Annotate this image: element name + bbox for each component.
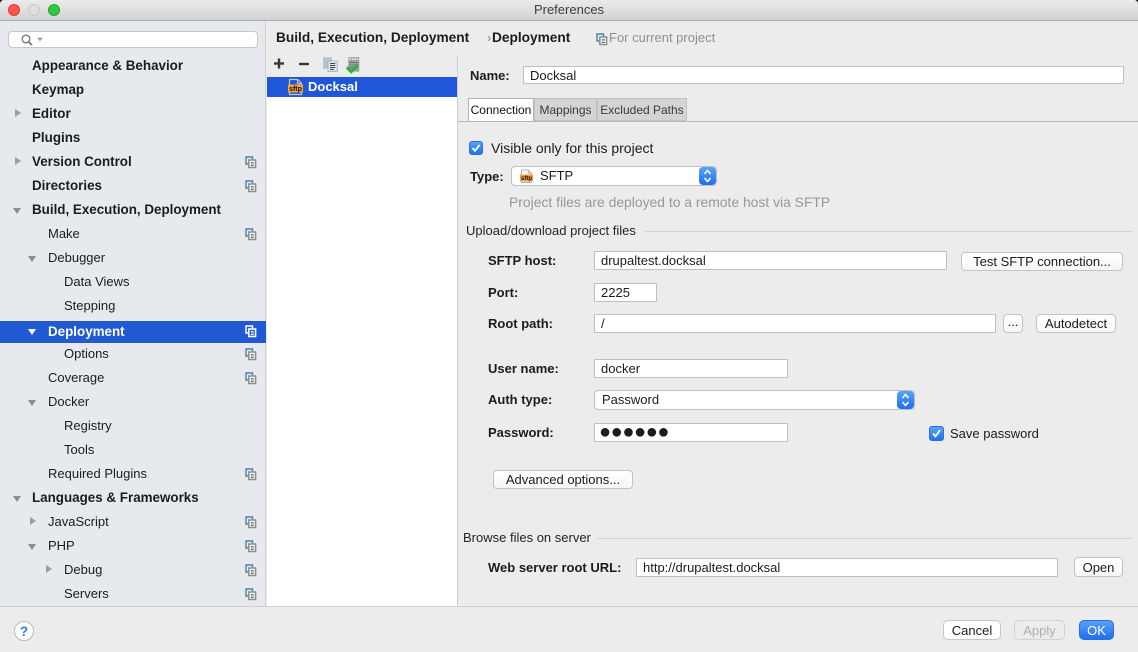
- svg-text:sftp: sftp: [521, 176, 532, 182]
- svg-text:sftp: sftp: [289, 86, 302, 93]
